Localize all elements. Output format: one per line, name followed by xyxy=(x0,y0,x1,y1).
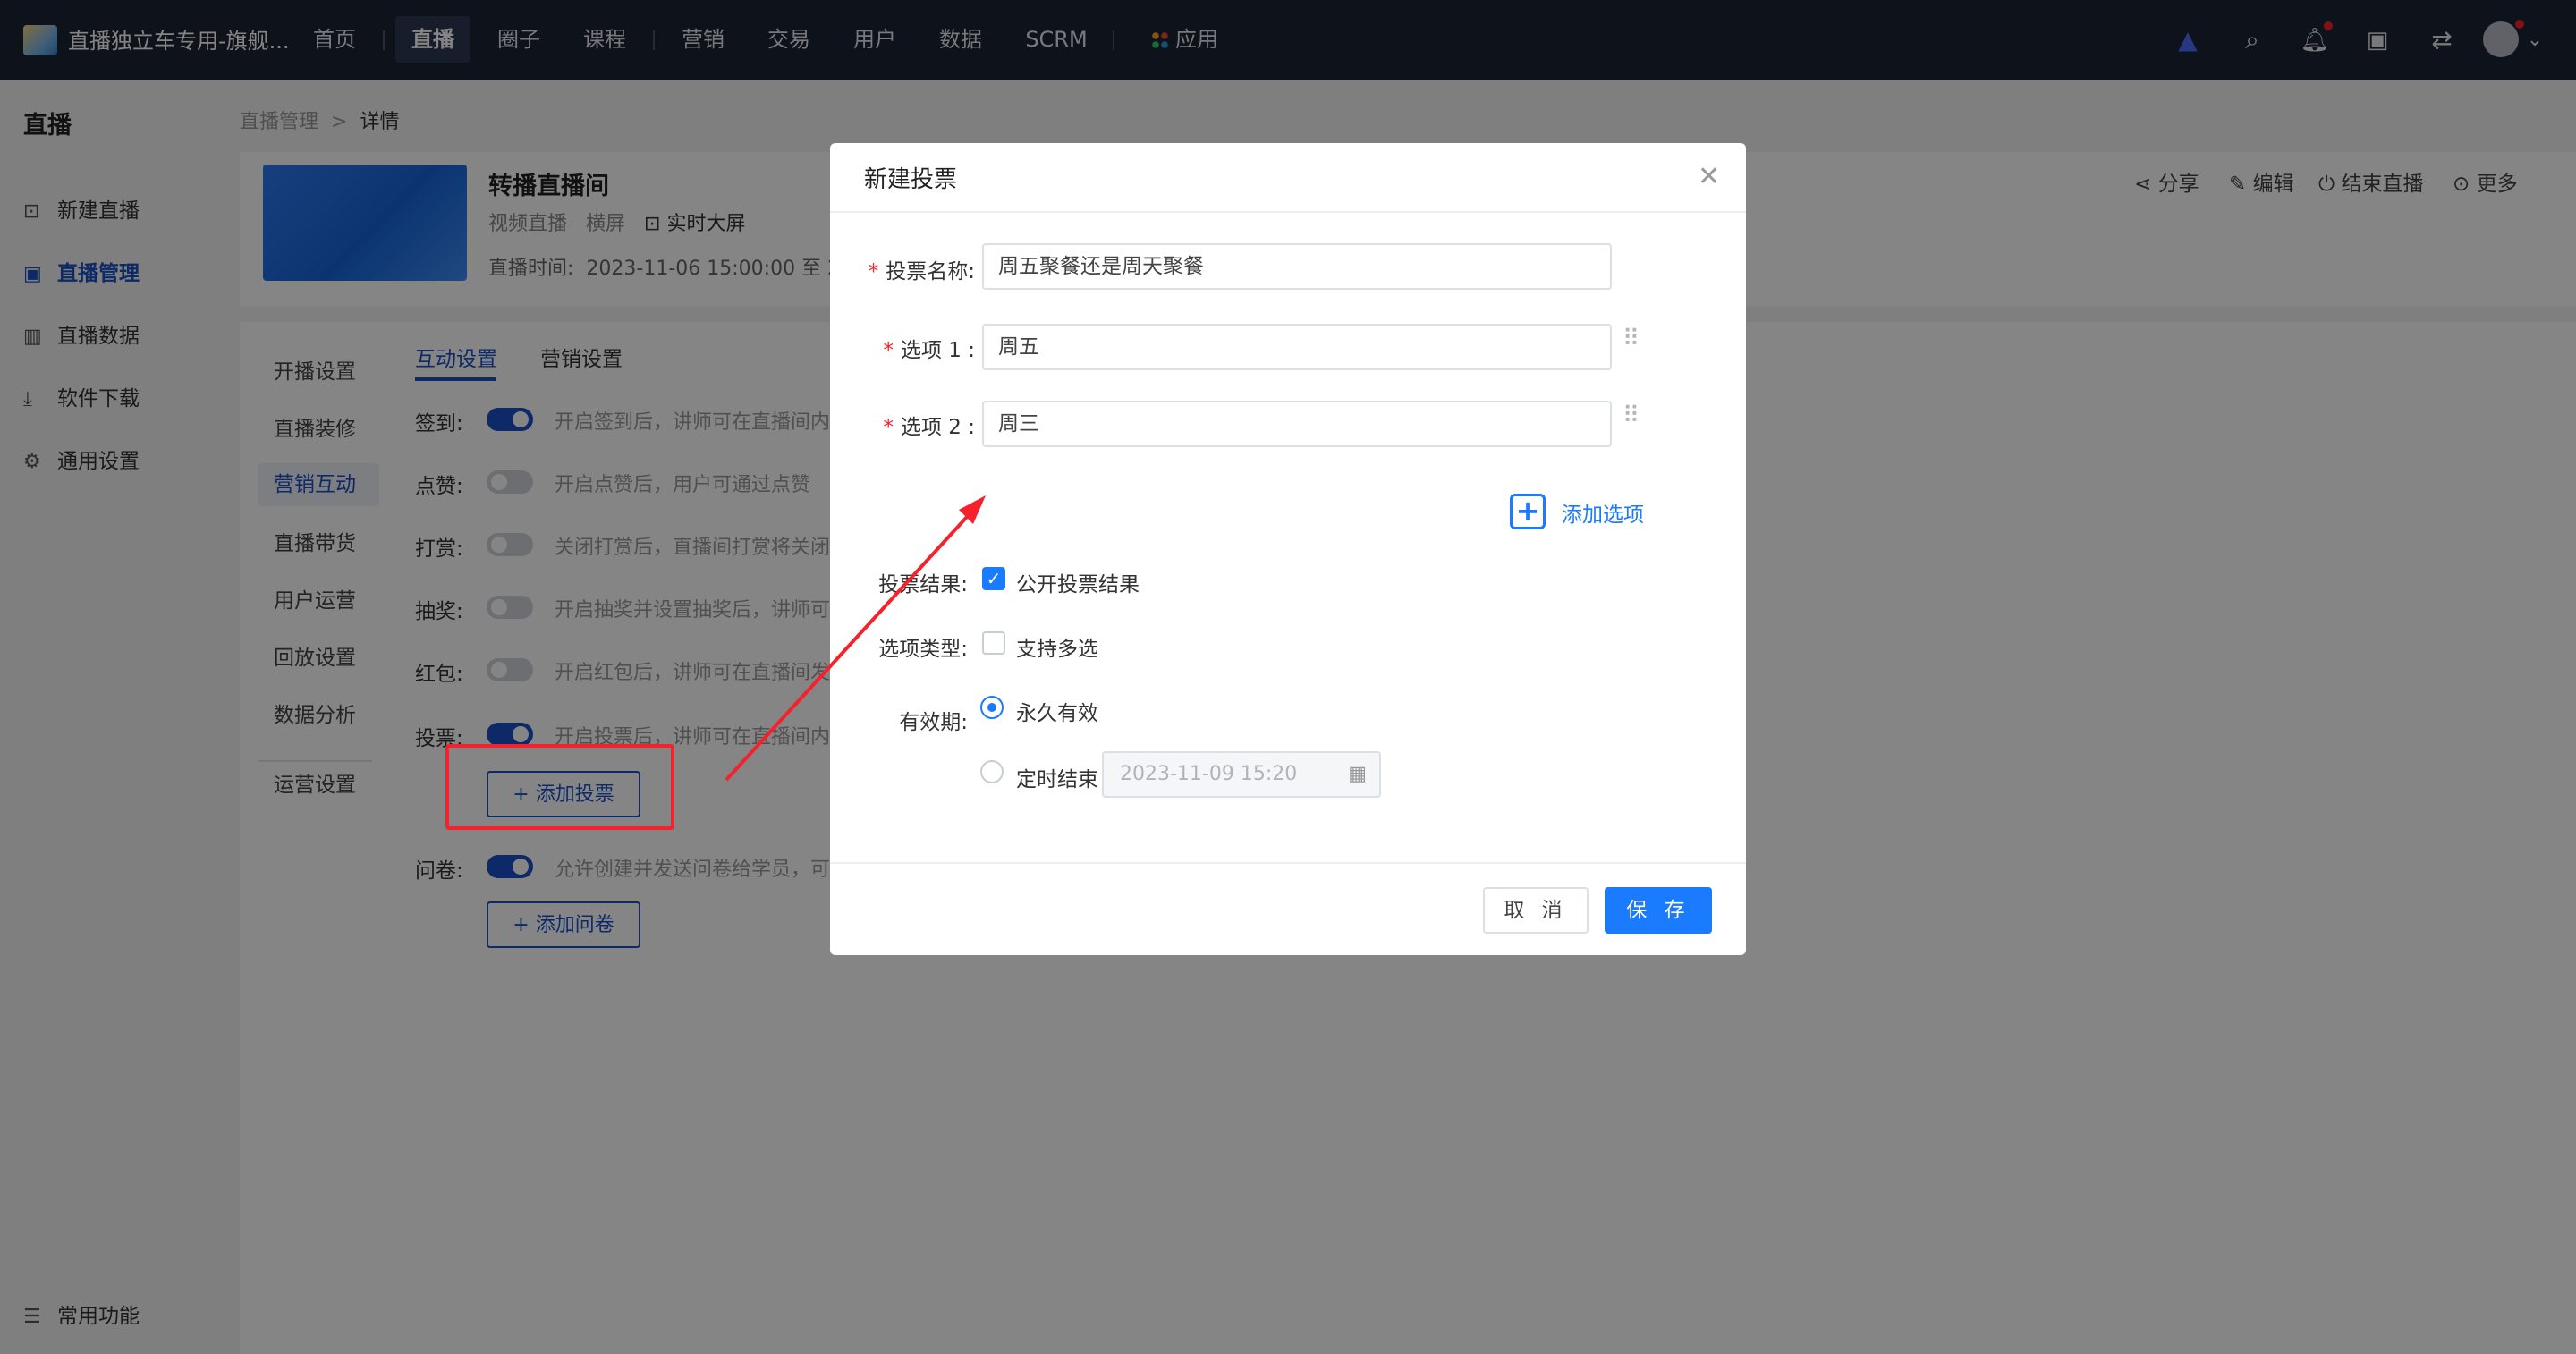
required-mark: * xyxy=(883,416,894,439)
public-result-text: 公开投票结果 xyxy=(1016,573,1140,597)
result-label: 投票结果: xyxy=(878,573,968,597)
drag-handle-icon[interactable]: ⠿ xyxy=(1623,402,1640,429)
validity-label: 有效期: xyxy=(899,711,968,734)
option1-input[interactable]: 周五 xyxy=(982,324,1612,370)
annotation-highlight-box xyxy=(445,744,674,830)
modal-title: 新建投票 xyxy=(864,166,958,193)
modal-divider xyxy=(830,862,1746,864)
end-date-input[interactable]: 2023-11-09 15:20 ▦ xyxy=(1102,751,1381,798)
timed-end-radio[interactable] xyxy=(980,760,1004,783)
option2-label: * 选项 2 : xyxy=(859,410,975,440)
forever-radio[interactable] xyxy=(980,696,1004,719)
required-mark: * xyxy=(868,260,879,283)
vote-name-label-text: 投票名称: xyxy=(886,260,975,283)
drag-handle-icon[interactable]: ⠿ xyxy=(1623,326,1640,352)
add-option-button[interactable]: 添加选项 xyxy=(1562,497,1644,528)
vote-name-input[interactable]: 周五聚餐还是周天聚餐 xyxy=(982,243,1612,290)
option-type-label: 选项类型: xyxy=(878,638,968,661)
option1-label: * 选项 1 : xyxy=(859,333,975,363)
option1-label-text: 选项 1 : xyxy=(900,339,975,362)
forever-text: 永久有效 xyxy=(1016,702,1098,725)
close-icon[interactable]: ✕ xyxy=(1698,161,1720,192)
modal-divider xyxy=(830,211,1746,213)
save-button[interactable]: 保 存 xyxy=(1605,887,1712,934)
timed-end-text: 定时结束 xyxy=(1016,768,1098,791)
option2-label-text: 选项 2 : xyxy=(900,416,975,439)
multi-select-text: 支持多选 xyxy=(1016,638,1098,661)
required-mark: * xyxy=(883,339,894,362)
date-placeholder: 2023-11-09 15:20 xyxy=(1120,763,1298,785)
calendar-icon: ▦ xyxy=(1348,763,1367,785)
multi-select-checkbox[interactable] xyxy=(982,631,1005,655)
option2-input[interactable]: 周三 xyxy=(982,401,1612,447)
public-result-checkbox[interactable]: ✓ xyxy=(982,567,1005,590)
vote-name-label: * 投票名称: xyxy=(859,254,975,284)
add-option-icon[interactable]: + xyxy=(1510,494,1546,529)
cancel-button[interactable]: 取 消 xyxy=(1483,887,1589,934)
